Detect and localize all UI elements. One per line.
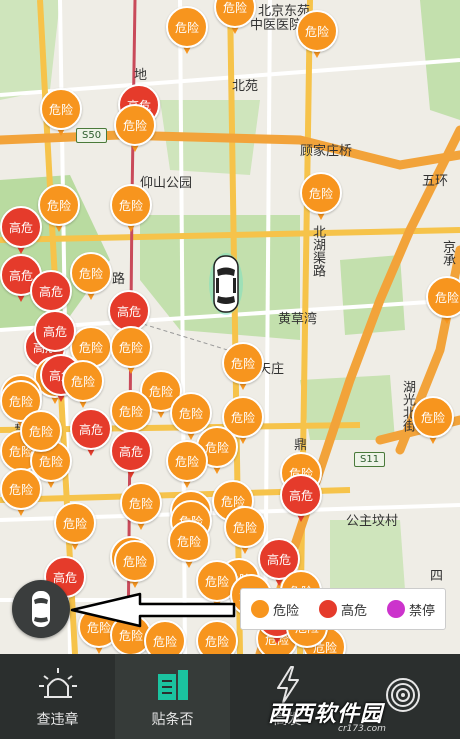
- legend-label: 禁停: [408, 603, 435, 619]
- highway-shield: S11: [354, 452, 386, 467]
- danger-marker[interactable]: 危险: [426, 276, 460, 328]
- danger-marker[interactable]: 危险: [296, 10, 338, 62]
- marker-label: 危险: [0, 468, 42, 510]
- map-label: 北湖渠路: [310, 225, 325, 277]
- tab-violations[interactable]: 查违章: [0, 654, 115, 739]
- red-dot-icon: [318, 600, 337, 618]
- arrow-annotation: [70, 592, 236, 628]
- marker-label: 危险: [300, 172, 342, 214]
- legend: 危险 高危 禁停: [240, 588, 446, 630]
- marker-label: 危险: [120, 482, 162, 524]
- map-label: 路: [112, 272, 126, 287]
- danger-marker[interactable]: 危险: [40, 88, 82, 140]
- danger-marker[interactable]: 危险: [70, 252, 112, 304]
- legend-item-forbidden: 禁停: [386, 600, 435, 619]
- marker-label: 高危: [0, 206, 42, 248]
- siren-icon: [38, 667, 77, 698]
- marker-label: 危险: [214, 0, 256, 28]
- legend-label: 高危: [340, 603, 367, 619]
- car-icon: [209, 253, 243, 315]
- map-label: 公主坟村: [346, 514, 399, 529]
- car-icon: [32, 591, 50, 627]
- marker-label: 高危: [30, 270, 72, 312]
- tab-label: 贴条否: [151, 711, 194, 728]
- ticket-icon: [157, 669, 188, 700]
- map-label: 京承: [440, 240, 455, 266]
- marker-label: 危险: [38, 184, 80, 226]
- high-risk-marker[interactable]: 高危: [70, 408, 112, 460]
- marker-label: 危险: [40, 88, 82, 130]
- marker-label: 高危: [280, 474, 322, 516]
- marker-label: 危险: [426, 276, 460, 318]
- tab-label: 查违章: [36, 711, 79, 728]
- purple-dot-icon: [386, 600, 405, 618]
- legend-item-danger: 危险: [250, 600, 299, 619]
- marker-label: 危险: [166, 440, 208, 482]
- marker-label: 高危: [110, 430, 152, 472]
- marker-label: 危险: [20, 410, 62, 452]
- map-label: 北苑: [232, 79, 259, 94]
- radar-icon: [385, 677, 420, 712]
- my-car-button[interactable]: [12, 580, 70, 638]
- legend-item-high: 高危: [318, 600, 367, 619]
- marker-label: 危险: [296, 10, 338, 52]
- marker-label: 危险: [168, 520, 210, 562]
- tab-bar: 查违章 贴条否 高发: [0, 654, 460, 739]
- map-label: 五环: [422, 174, 449, 189]
- legend-label: 危险: [272, 603, 299, 619]
- high-risk-marker[interactable]: 高危: [110, 430, 152, 482]
- app: 北苑 顾家庄桥 仰山公园 北湖渠路 黄草湾 天庄 慧忠路 公主坟村 五环 京承 …: [0, 0, 460, 739]
- danger-marker[interactable]: 危险: [166, 6, 208, 58]
- high-risk-marker[interactable]: 高危: [280, 474, 322, 526]
- marker-label: 危险: [412, 396, 454, 438]
- map-label: 顾家庄桥: [300, 144, 353, 159]
- danger-marker[interactable]: 危险: [120, 482, 162, 534]
- marker-label: 危险: [110, 326, 152, 368]
- danger-marker[interactable]: 危险: [38, 184, 80, 236]
- tab-ticket[interactable]: 贴条否: [115, 654, 230, 739]
- map-label: 黄草湾: [278, 312, 318, 327]
- marker-label: 危险: [54, 502, 96, 544]
- marker-label: 危险: [110, 390, 152, 432]
- danger-marker[interactable]: 危险: [62, 360, 104, 412]
- marker-label: 危险: [110, 184, 152, 226]
- map-label: 四: [430, 569, 444, 584]
- danger-marker[interactable]: 危险: [222, 342, 264, 394]
- danger-marker[interactable]: 危险: [114, 104, 156, 156]
- marker-label: 高危: [34, 310, 76, 352]
- danger-marker[interactable]: 危险: [166, 440, 208, 492]
- marker-label: 危险: [62, 360, 104, 402]
- map-label: 地: [134, 68, 148, 83]
- danger-marker[interactable]: 危险: [0, 468, 42, 520]
- high-risk-marker[interactable]: 高危: [0, 206, 42, 258]
- park-area: [0, 0, 60, 100]
- danger-marker[interactable]: 危险: [214, 0, 256, 38]
- marker-label: 危险: [114, 540, 156, 582]
- map-label: 中医医院: [250, 18, 303, 33]
- marker-label: 危险: [114, 104, 156, 146]
- watermark-sub: cr173.com: [338, 724, 386, 734]
- danger-marker[interactable]: 危险: [20, 410, 62, 462]
- danger-marker[interactable]: 危险: [110, 184, 152, 236]
- marker-label: 危险: [222, 342, 264, 384]
- danger-marker[interactable]: 危险: [300, 172, 342, 224]
- marker-label: 危险: [166, 6, 208, 48]
- danger-marker[interactable]: 危险: [168, 520, 210, 572]
- map-view[interactable]: 北苑 顾家庄桥 仰山公园 北湖渠路 黄草湾 天庄 慧忠路 公主坟村 五环 京承 …: [0, 0, 460, 654]
- danger-marker[interactable]: 危险: [412, 396, 454, 448]
- park-area: [330, 520, 405, 590]
- danger-marker[interactable]: 危险: [54, 502, 96, 554]
- marker-label: 危险: [70, 252, 112, 294]
- map-label: 鼎: [294, 438, 308, 453]
- marker-label: 高危: [70, 408, 112, 450]
- orange-dot-icon: [250, 600, 269, 618]
- danger-marker[interactable]: 危险: [114, 540, 156, 592]
